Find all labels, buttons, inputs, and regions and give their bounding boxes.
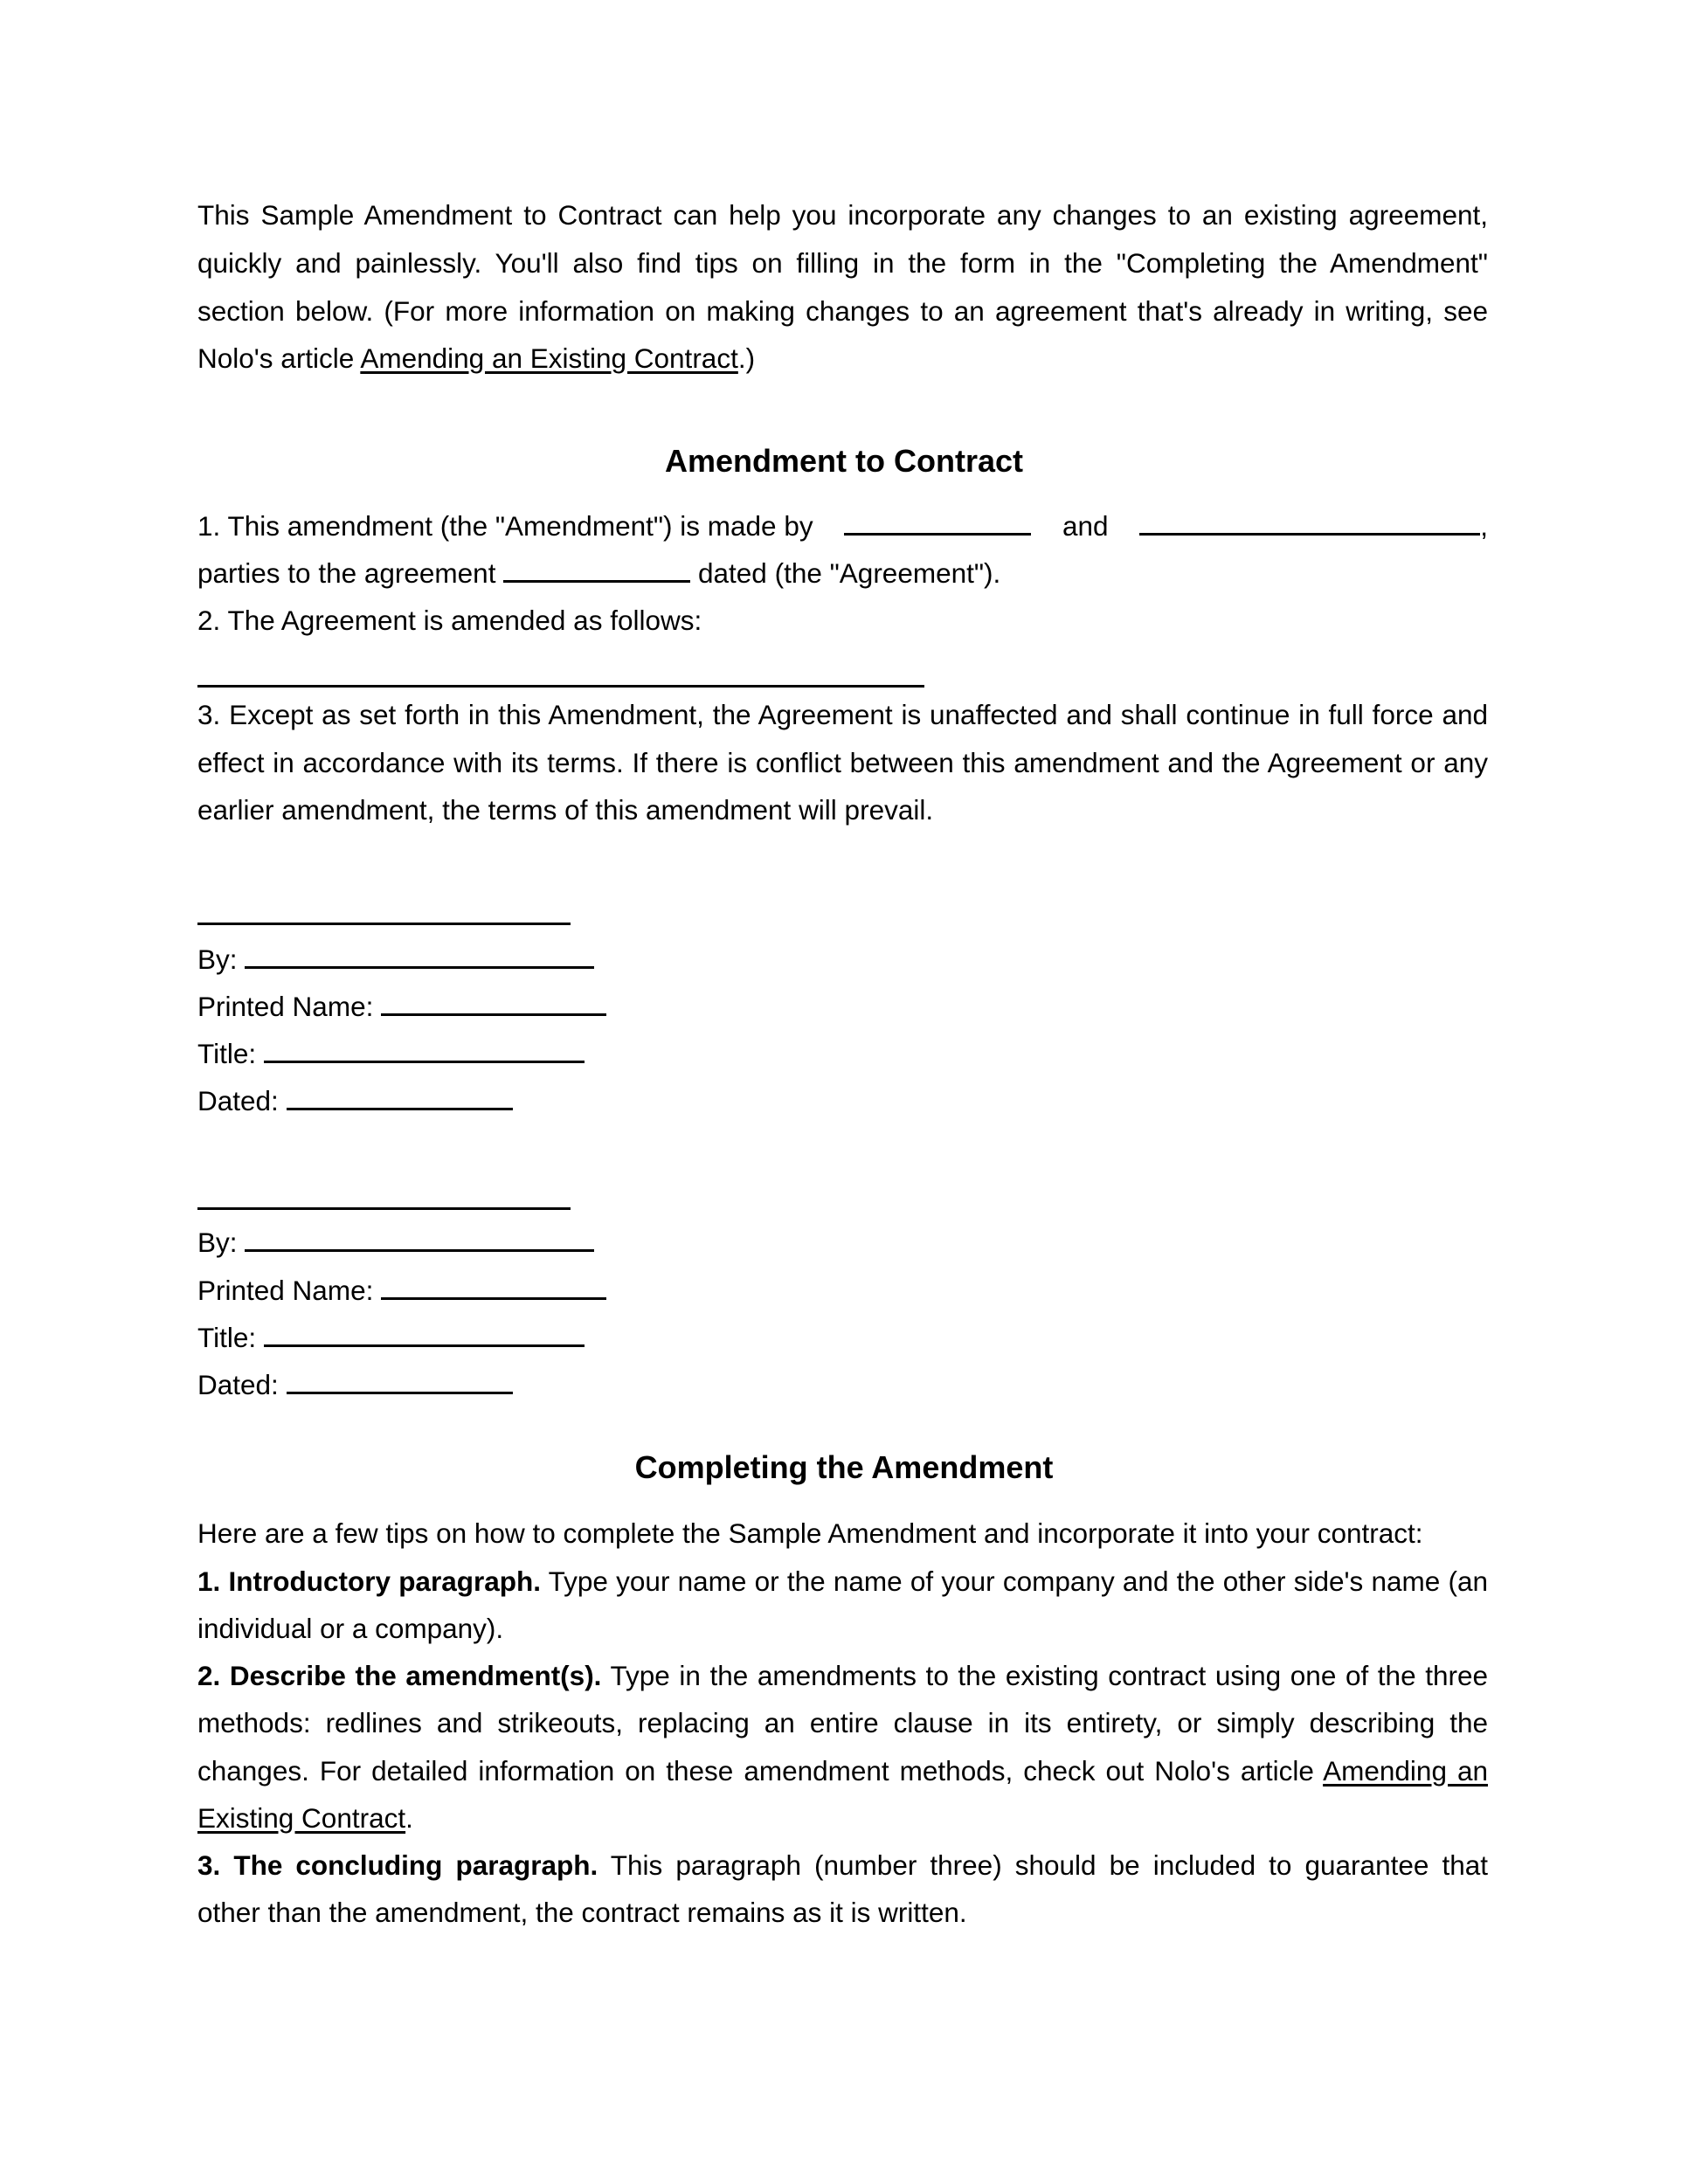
item1-and: and xyxy=(1062,510,1109,542)
amending-existing-contract-link[interactable]: Amending an Existing Contract xyxy=(360,342,737,374)
tip-line: individual or a company). xyxy=(197,1613,504,1644)
printed-name-field[interactable] xyxy=(381,1273,607,1300)
amendment-item-1: 1. This amendment (the "Amendment") is m… xyxy=(197,508,1488,543)
dated-label: Dated: xyxy=(197,1369,279,1400)
tip-line: methods: redlines and strikeouts, replac… xyxy=(197,1707,1488,1738)
item1-text: 1. This amendment (the "Amendment") is m… xyxy=(197,510,813,542)
tip-line: Existing Contract. xyxy=(197,1800,1488,1835)
signature-line[interactable] xyxy=(197,923,571,925)
intro-line: section below. (For more information on … xyxy=(197,295,1488,327)
item3-line: 3. Except as set forth in this Amendment… xyxy=(197,699,1488,730)
tip-line: changes. For detailed information on the… xyxy=(197,1753,1488,1788)
by-row: By: xyxy=(197,1225,1488,1260)
title-row: Title: xyxy=(197,1320,1488,1355)
completing-intro: Here are a few tips on how to complete t… xyxy=(197,1517,1423,1549)
printed-name-field[interactable] xyxy=(381,989,607,1016)
by-field[interactable] xyxy=(245,942,595,969)
tip-heading: 3. The concluding paragraph. xyxy=(197,1849,598,1881)
item3-line: effect in accordance with its terms. If … xyxy=(197,747,1488,778)
amending-existing-contract-link-2-cont[interactable]: Existing Contract xyxy=(197,1802,405,1834)
completing-title: Completing the Amendment xyxy=(634,1449,1054,1485)
party-2-field[interactable] xyxy=(1139,508,1481,536)
amendment-text-field[interactable] xyxy=(197,685,924,688)
amendment-title: Amendment to Contract xyxy=(664,443,1023,479)
agreement-date-field[interactable] xyxy=(503,556,691,583)
title-field[interactable] xyxy=(263,1320,585,1347)
intro-line: quickly and painlessly. You'll also find… xyxy=(197,247,1488,279)
dated-field[interactable] xyxy=(286,1083,513,1110)
tip-text: changes. For detailed information on the… xyxy=(197,1755,1324,1787)
party-1-field[interactable] xyxy=(844,508,1032,536)
item1-line2-suffix: dated (the "Agreement"). xyxy=(698,557,1001,589)
item1-comma: , xyxy=(1480,510,1488,542)
tip-heading: 2. Describe the amendment(s). xyxy=(197,1660,602,1691)
printed-name-row: Printed Name: xyxy=(197,1273,1488,1308)
amending-existing-contract-link-2[interactable]: Amending an xyxy=(1323,1755,1488,1787)
intro-text: .) xyxy=(737,342,756,374)
by-row: By: xyxy=(197,942,1488,977)
by-label: By: xyxy=(197,1227,238,1258)
title-row: Title: xyxy=(197,1036,1488,1071)
intro-text: Nolo's article xyxy=(197,342,361,374)
tip-text: Type your name or the name of your compa… xyxy=(541,1565,1489,1597)
dated-row: Dated: xyxy=(197,1367,1488,1402)
dated-label: Dated: xyxy=(197,1085,279,1116)
by-field[interactable] xyxy=(245,1225,595,1252)
title-label: Title: xyxy=(197,1322,257,1353)
tip-text: . xyxy=(405,1802,413,1834)
signature-line[interactable] xyxy=(197,1207,571,1210)
amendment-item-1-line-2: parties to the agreement dated (the "Agr… xyxy=(197,556,1488,591)
tip-line: 2. Describe the amendment(s). Type in th… xyxy=(197,1658,1488,1693)
printed-name-label: Printed Name: xyxy=(197,1275,374,1306)
title-label: Title: xyxy=(197,1038,257,1069)
intro-line-last: Nolo's article Amending an Existing Cont… xyxy=(197,341,1488,376)
title-field[interactable] xyxy=(263,1036,585,1063)
printed-name-label: Printed Name: xyxy=(197,991,374,1022)
tip-line: other than the amendment, the contract r… xyxy=(197,1897,967,1928)
dated-row: Dated: xyxy=(197,1083,1488,1118)
printed-name-row: Printed Name: xyxy=(197,989,1488,1024)
tip-line: 3. The concluding paragraph. This paragr… xyxy=(197,1848,1488,1883)
tip-text: This paragraph (number three) should be … xyxy=(598,1849,1488,1881)
dated-field[interactable] xyxy=(286,1367,513,1394)
tip-heading: 1. Introductory paragraph. xyxy=(197,1565,541,1597)
item3-line: earlier amendment, the terms of this ame… xyxy=(197,794,934,826)
tip-line: 1. Introductory paragraph. Type your nam… xyxy=(197,1564,1488,1599)
by-label: By: xyxy=(197,943,238,975)
amendment-item-2: 2. The Agreement is amended as follows: xyxy=(197,605,702,636)
tip-text: Type in the amendments to the existing c… xyxy=(601,1660,1488,1691)
item1-line2-text: parties to the agreement xyxy=(197,557,496,589)
intro-line: This Sample Amendment to Contract can he… xyxy=(197,199,1488,231)
